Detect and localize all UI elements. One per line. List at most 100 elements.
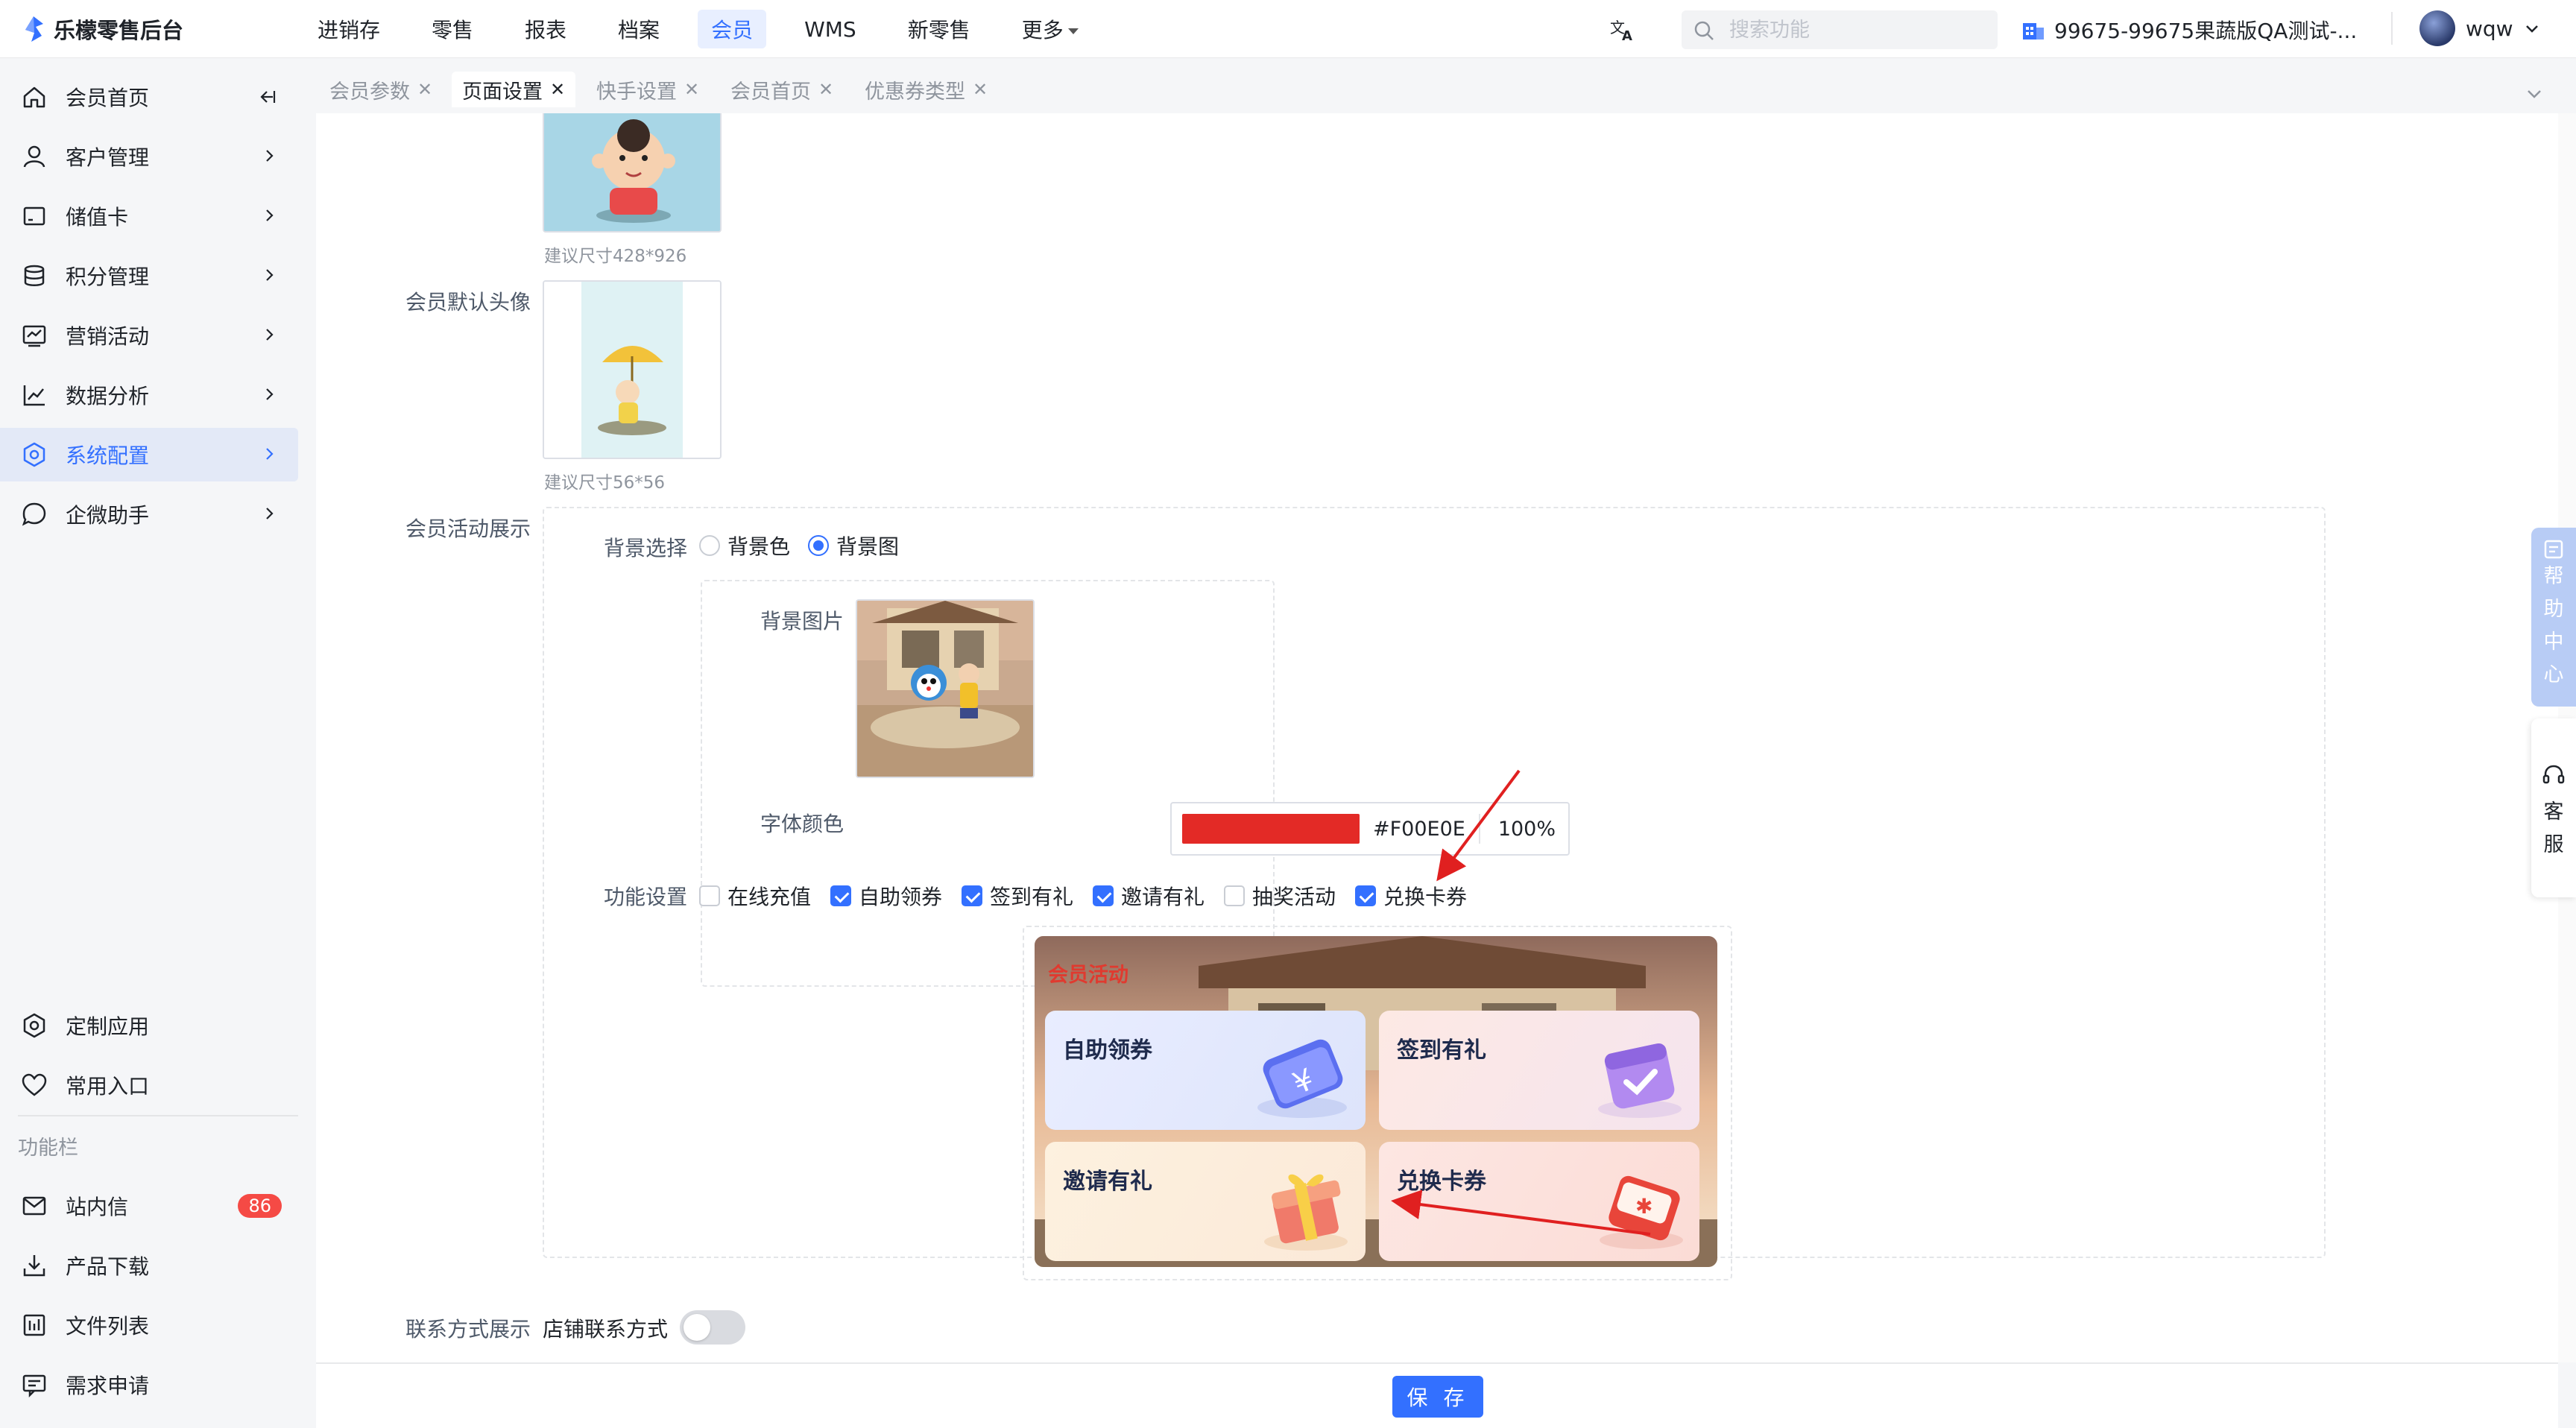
font-color-picker[interactable]: #F00E0E 100% <box>1170 802 1570 856</box>
nav-item-retail[interactable]: 零售 <box>418 10 487 48</box>
card-label: 签到有礼 <box>1397 1037 1486 1064</box>
contact-toggle-switch[interactable] <box>680 1310 745 1345</box>
help-doc-icon <box>2544 540 2563 559</box>
nav-item-reports[interactable]: 报表 <box>511 10 580 48</box>
request-icon <box>22 1374 46 1398</box>
cube-icon <box>23 1013 45 1038</box>
preview-title: 会员活动 <box>1048 964 1128 987</box>
tab-kuaishou-settings[interactable]: 快手设置 ✕ <box>586 72 710 107</box>
sidebar-item-customers[interactable]: 客户管理 <box>0 130 298 183</box>
footer-bar: 保 存 <box>316 1362 2558 1428</box>
nav-item-new-retail[interactable]: 新零售 <box>894 10 984 48</box>
sidebar-item-messages[interactable]: 站内信 86 <box>0 1179 298 1233</box>
close-icon[interactable]: ✕ <box>973 79 988 100</box>
checkbox-checkin-gift[interactable]: 签到有礼 <box>962 881 1073 911</box>
radio-dot[interactable] <box>699 535 720 556</box>
checkbox-invite-gift[interactable]: 邀请有礼 <box>1093 881 1205 911</box>
doraemon-scene-image <box>857 601 1033 777</box>
contact-label: 联系方式展示 <box>405 1317 531 1342</box>
contact-toggle-label: 店铺联系方式 <box>543 1317 669 1342</box>
radio-dot[interactable] <box>808 535 829 556</box>
sidebar-item-downloads[interactable]: 产品下载 <box>0 1239 298 1292</box>
nav-item-inventory[interactable]: 进销存 <box>304 10 394 48</box>
translate-icon[interactable]: 文 A <box>1609 15 1637 43</box>
checkbox-label: 自助领券 <box>859 885 943 909</box>
help-text: 心 <box>2543 663 2564 686</box>
checkbox-online-recharge[interactable]: 在线充值 <box>699 881 811 911</box>
color-hex-value[interactable]: #F00E0E <box>1373 818 1465 841</box>
nav-item-more[interactable]: 更多 <box>1008 10 1092 48</box>
tab-coupon-types[interactable]: 优惠券类型 ✕ <box>854 72 998 107</box>
chevron-right-icon <box>266 269 274 281</box>
member-bg-image[interactable] <box>543 113 722 233</box>
tab-member-params[interactable]: 会员参数 ✕ <box>319 72 443 107</box>
close-icon[interactable]: ✕ <box>684 79 699 100</box>
checkbox-box[interactable] <box>830 885 851 906</box>
checkbox-box[interactable] <box>1355 885 1376 906</box>
save-button[interactable]: 保 存 <box>1392 1376 1483 1418</box>
sidebar-item-stored-value[interactable]: 储值卡 <box>0 189 298 243</box>
user-menu[interactable]: wqw <box>2419 10 2540 46</box>
svg-text:A: A <box>1622 28 1632 43</box>
sidebar-item-file-list[interactable]: 文件列表 <box>0 1298 298 1352</box>
nav-item-member[interactable]: 会员 <box>698 10 767 48</box>
sidebar-item-marketing[interactable]: 营销活动 <box>0 309 298 362</box>
preview-card-redeem: 兑换卡券 ✱ <box>1379 1142 1699 1261</box>
card-label: 兑换卡券 <box>1397 1169 1486 1195</box>
help-text: 中 <box>2543 631 2564 654</box>
checkbox-redeem-coupon[interactable]: 兑换卡券 <box>1355 881 1467 911</box>
radio-bg-color[interactable]: 背景色 <box>699 531 790 560</box>
store-selector[interactable]: 99675-99675果蔬版QA测试-... <box>2021 15 2357 45</box>
checkbox-box[interactable] <box>699 885 720 906</box>
radio-bg-image[interactable]: 背景图 <box>808 531 899 560</box>
tab-member-home[interactable]: 会员首页 ✕ <box>720 72 844 107</box>
tabs-dropdown-icon[interactable] <box>2521 80 2548 107</box>
bg-image-label: 背景图片 <box>760 609 845 634</box>
color-swatch[interactable] <box>1182 814 1360 844</box>
nav-item-archive[interactable]: 档案 <box>604 10 673 48</box>
brand[interactable]: 乐檬零售后台 <box>21 13 183 45</box>
sidebar-item-label: 企微助手 <box>66 503 150 528</box>
tab-label: 会员首页 <box>730 80 811 104</box>
coupon-3d-icon: ¥ <box>1257 1039 1347 1118</box>
default-avatar-image[interactable] <box>543 280 722 459</box>
close-icon[interactable]: ✕ <box>550 79 565 100</box>
help-center-button[interactable]: 帮 助 中 心 <box>2531 528 2576 707</box>
sidebar-item-analytics[interactable]: 数据分析 <box>0 368 298 422</box>
checkbox-box[interactable] <box>962 885 982 906</box>
sidebar-item-favorites[interactable]: 常用入口 <box>0 1058 298 1112</box>
close-icon[interactable]: ✕ <box>417 79 432 100</box>
sidebar-item-label: 定制应用 <box>66 1014 150 1039</box>
collapse-sidebar-icon[interactable] <box>256 86 277 107</box>
nav-item-wms[interactable]: WMS <box>791 13 870 46</box>
checkbox-box[interactable] <box>1093 885 1114 906</box>
search-icon <box>1694 21 1714 40</box>
activity-bg-image[interactable] <box>856 599 1035 778</box>
radio-label: 背景图 <box>836 534 900 559</box>
checkbox-self-coupon[interactable]: 自助领券 <box>830 881 942 911</box>
sidebar-item-custom-apps[interactable]: 定制应用 <box>0 999 298 1052</box>
sidebar-item-wecom[interactable]: 企微助手 <box>0 487 298 541</box>
tab-page-settings[interactable]: 页面设置 ✕ <box>452 72 576 107</box>
sidebar-item-member-home[interactable]: 会员首页 <box>0 70 298 124</box>
checkbox-lottery[interactable]: 抽奖活动 <box>1224 881 1336 911</box>
sidebar-item-requests[interactable]: 需求申请 <box>0 1358 298 1412</box>
sidebar-item-label: 文件列表 <box>66 1314 150 1339</box>
checkbox-box[interactable] <box>1224 885 1245 906</box>
preview-card-invite: 邀请有礼 <box>1045 1142 1366 1261</box>
sidebar-item-points[interactable]: 积分管理 <box>0 249 298 303</box>
checkbox-label: 抽奖活动 <box>1252 885 1336 909</box>
radio-label: 背景色 <box>727 534 791 559</box>
gift-3d-icon <box>1264 1174 1348 1251</box>
tab-label: 快手设置 <box>596 80 677 104</box>
sidebar-item-system-config[interactable]: 系统配置 <box>0 428 298 481</box>
customer-service-button[interactable]: 客 服 <box>2531 718 2576 897</box>
brand-title: 乐檬零售后台 <box>54 18 184 43</box>
search-box[interactable] <box>1682 10 1998 49</box>
search-input[interactable] <box>1729 16 1983 43</box>
color-alpha-value[interactable]: 100% <box>1498 818 1556 841</box>
feature-settings-label: 功能设置 <box>604 885 688 909</box>
close-icon[interactable]: ✕ <box>818 79 833 100</box>
sidebar-item-label: 积分管理 <box>66 265 150 289</box>
avatar-label: 会员默认头像 <box>405 290 531 315</box>
